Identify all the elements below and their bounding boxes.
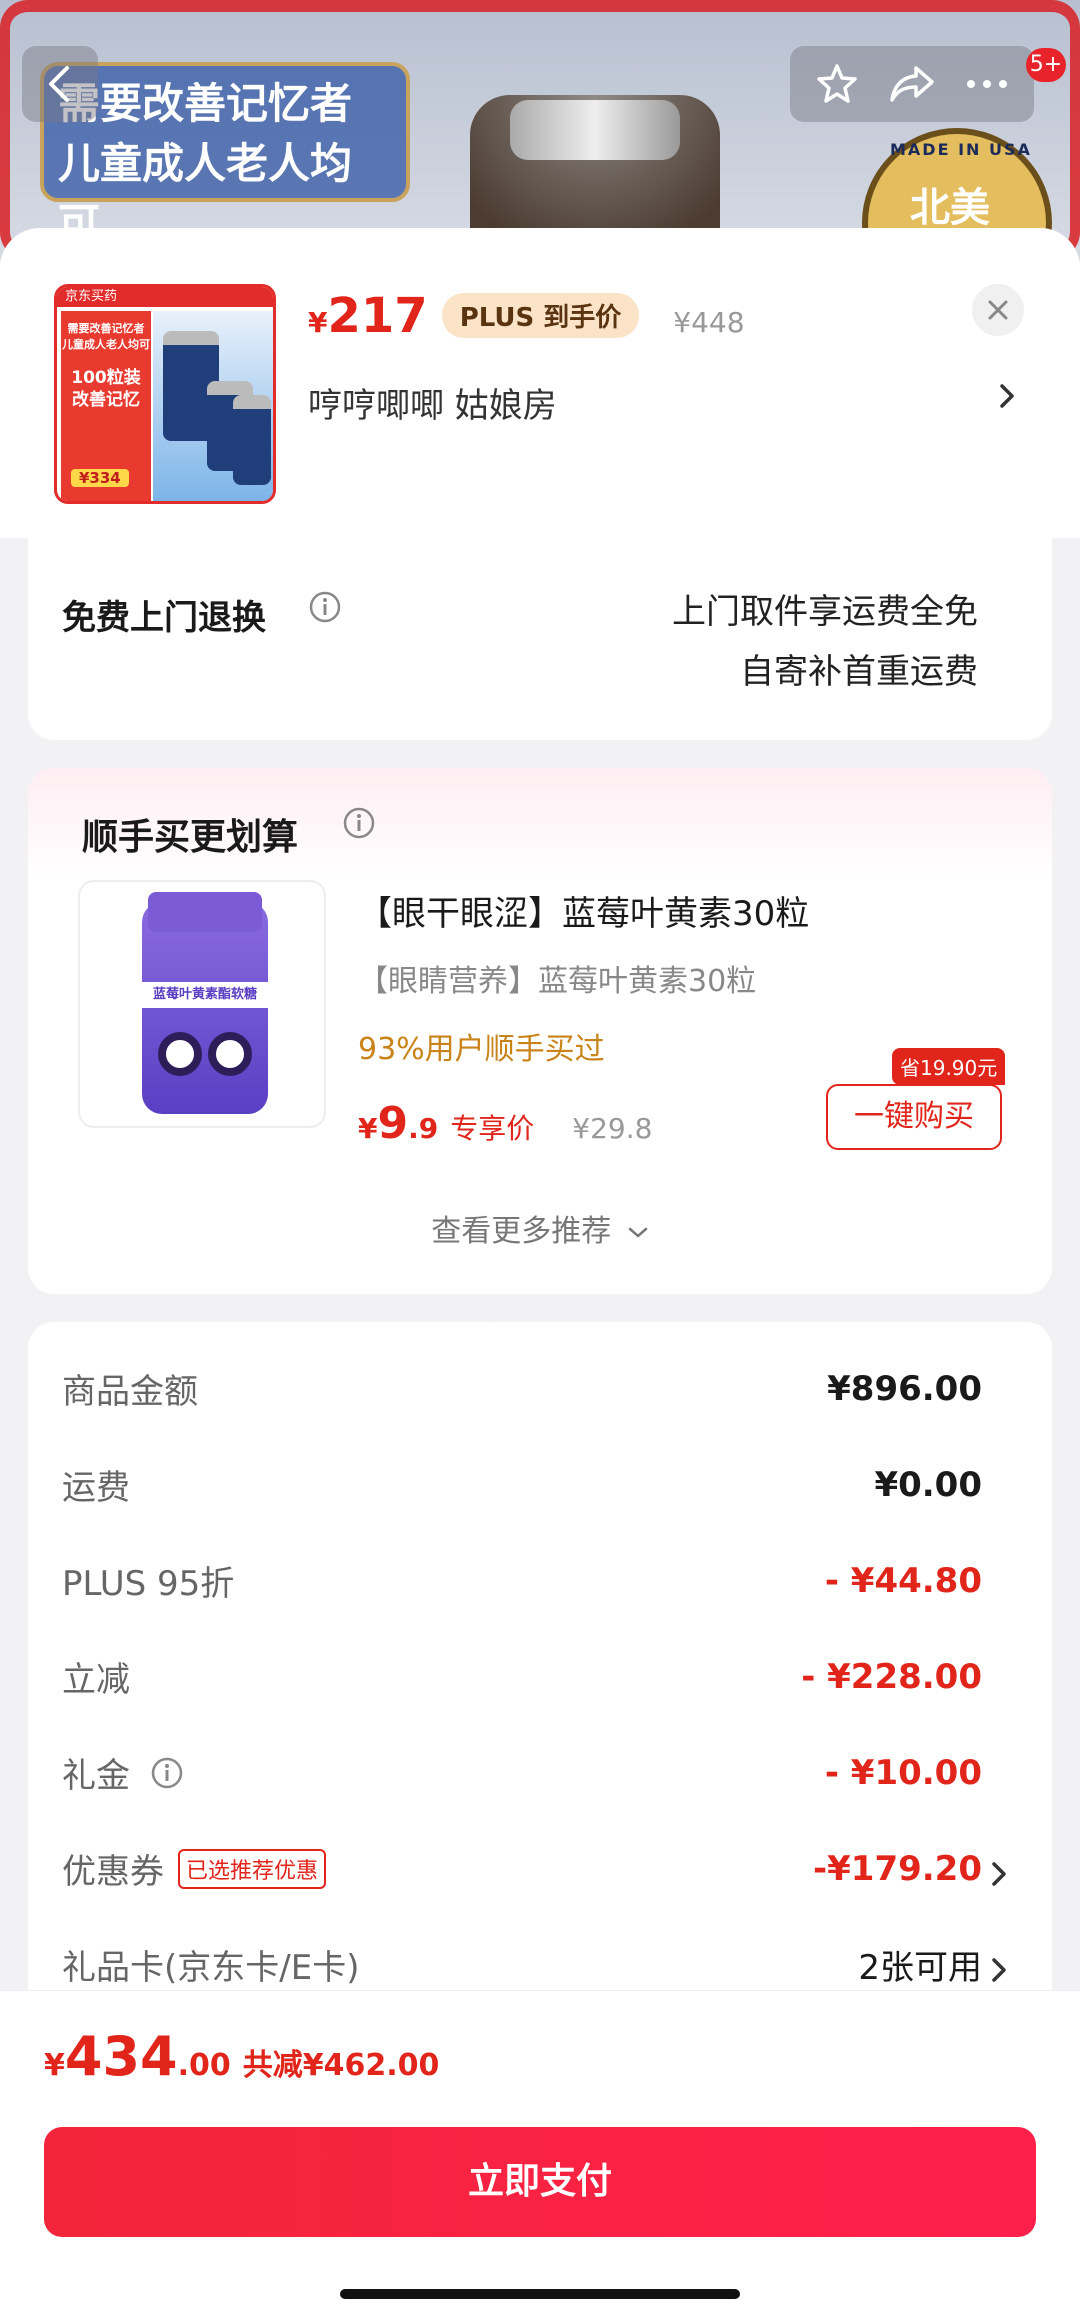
summary-row-goods: 商品金额 ¥896.00 — [62, 1364, 982, 1413]
save-amount-badge: 省19.90元 — [892, 1048, 1006, 1085]
return-title: 免费上门退换 — [62, 598, 266, 638]
thumb-price: ¥334 — [71, 469, 129, 487]
close-button[interactable] — [972, 284, 1024, 336]
product-thumbnail[interactable]: 京东买药 需要改善记忆者 儿童成人老人均可 100粒装 改善记忆 ¥334 — [54, 284, 276, 504]
more-recommendations-label: 查看更多推荐 — [431, 1214, 612, 1249]
back-icon — [49, 66, 69, 102]
price-line: ¥ 217 PLUS 到手价 ¥448 — [308, 288, 745, 344]
summary-value: - ¥228.00 — [801, 1656, 982, 1697]
thumb-line-4: 改善记忆 — [72, 390, 140, 410]
thumb-line-3: 100粒装 — [71, 368, 141, 388]
recommend-social-proof: 93%用户顺手买过 — [358, 1032, 605, 1067]
banner-frame — [0, 0, 1080, 260]
chevron-right-icon[interactable] — [988, 1950, 1012, 1990]
return-line-1: 上门取件享运费全免 — [672, 592, 978, 632]
recommend-card: 顺手买更划算 蓝莓叶黄素酯软糖 【眼干眼涩】蓝莓叶黄素30粒 【眼睛营养】蓝莓叶… — [28, 768, 1052, 1294]
one-click-buy-button[interactable]: 一键购买 — [826, 1084, 1002, 1150]
summary-row-plus-discount: PLUS 95折 - ¥44.80 — [62, 1556, 982, 1605]
thumb-line-1: 需要改善记忆者 — [67, 322, 145, 335]
plus-price-tag: PLUS 到手价 — [441, 293, 640, 338]
pay-bar: ¥ 434 .00 共减¥462.00 立即支付 — [0, 1990, 1080, 2312]
total-int: 434 — [64, 2025, 178, 2088]
back-button[interactable] — [22, 46, 98, 122]
summary-row-shipping: 运费 ¥0.00 — [62, 1460, 982, 1509]
recommend-item-name[interactable]: 【眼干眼涩】蓝莓叶黄素30粒 — [358, 886, 809, 935]
thumb-store-label: 京东买药 — [57, 287, 273, 307]
more-recommendations-link[interactable]: 查看更多推荐 — [28, 1206, 1052, 1250]
summary-row-instant-discount: 立减 - ¥228.00 — [62, 1652, 982, 1701]
summary-value: - ¥10.00 — [824, 1752, 982, 1793]
return-line-2: 自寄补首重运费 — [740, 652, 978, 692]
owl-eye-image — [158, 1032, 202, 1076]
summary-value: 2张可用 — [858, 1948, 982, 1988]
total-saved: 共减¥462.00 — [242, 2048, 440, 2083]
recommend-price-dec: .9 — [408, 1112, 439, 1145]
recommend-product-image[interactable]: 蓝莓叶黄素酯软糖 — [78, 880, 326, 1128]
recommend-price: ¥ 9 .9 专享价 ¥29.8 — [358, 1098, 652, 1149]
more-icon[interactable] — [965, 78, 1009, 90]
thumb-jar — [233, 395, 271, 485]
recommend-item-subtitle: 【眼睛营养】蓝莓叶黄素30粒 — [358, 964, 757, 999]
selected-spec[interactable]: 哼哼唧唧 姑娘房 — [308, 378, 557, 427]
recommend-old-price: ¥29.8 — [572, 1112, 653, 1145]
recommend-price-currency: ¥ — [358, 1112, 378, 1145]
summary-value: ¥0.00 — [874, 1464, 982, 1505]
summary-row-gift-card[interactable]: 礼品卡(京东卡/E卡) 2张可用 — [62, 1940, 982, 1989]
summary-label: 立减 — [62, 1660, 130, 1700]
summary-label: 礼金 — [62, 1748, 184, 1797]
total-currency: ¥ — [44, 2048, 65, 2083]
jar-label: 蓝莓叶黄素酯软糖 — [142, 982, 268, 1008]
recommend-price-tag: 专享价 — [450, 1112, 535, 1145]
recommend-info-button[interactable] — [342, 806, 376, 844]
summary-label: 商品金额 — [62, 1372, 198, 1412]
free-return-card: 免费上门退换 上门取件享运费全免 自寄补首重运费 — [28, 538, 1052, 740]
total-dec: .00 — [177, 2048, 231, 2083]
product-banner-background: 需要改善记忆者 儿童成人老人均可 MADE IN USA 北美 — [0, 0, 1080, 260]
product-header: 京东买药 需要改善记忆者 儿童成人老人均可 100粒装 改善记忆 ¥334 ¥ … — [0, 228, 1080, 538]
return-description: 上门取件享运费全免 自寄补首重运费 — [672, 582, 978, 702]
home-indicator[interactable] — [340, 2289, 740, 2299]
chevron-right-icon[interactable] — [996, 376, 1020, 416]
thumb-line-2: 儿童成人老人均可 — [62, 338, 150, 351]
summary-label: 礼品卡(京东卡/E卡) — [62, 1948, 360, 1988]
top-action-group — [790, 46, 1034, 122]
share-icon[interactable] — [888, 62, 936, 106]
jar-image — [142, 902, 268, 1114]
recommend-title: 顺手买更划算 — [82, 817, 299, 858]
chevron-down-icon — [628, 1227, 648, 1238]
pay-now-button[interactable]: 立即支付 — [44, 2127, 1036, 2237]
chevron-right-icon[interactable] — [988, 1854, 1012, 1894]
summary-label: PLUS 95折 — [62, 1564, 235, 1604]
summary-row-gift-money: 礼金 - ¥10.00 — [62, 1748, 982, 1797]
message-count-badge: 5+ — [1026, 48, 1066, 82]
gift-money-label: 礼金 — [62, 1756, 130, 1796]
info-icon — [343, 807, 375, 839]
summary-value: -¥179.20 — [813, 1848, 982, 1889]
original-price: ¥448 — [673, 306, 745, 339]
price-currency: ¥ — [308, 306, 328, 339]
jar-cap-image — [148, 892, 262, 932]
summary-row-coupon[interactable]: 优惠券 已选推荐优惠 -¥179.20 — [62, 1844, 982, 1893]
coupon-selected-tag: 已选推荐优惠 — [178, 1848, 327, 1889]
close-icon — [988, 300, 1008, 320]
summary-value: - ¥44.80 — [824, 1560, 982, 1601]
owl-eye-image — [208, 1032, 252, 1076]
info-icon[interactable] — [150, 1756, 184, 1790]
total-amount: ¥ 434 .00 共减¥462.00 — [44, 2025, 439, 2088]
info-icon — [309, 591, 341, 623]
summary-label: 优惠券 已选推荐优惠 — [62, 1844, 327, 1893]
summary-label: 运费 — [62, 1468, 130, 1508]
summary-value: ¥896.00 — [827, 1368, 982, 1409]
thumb-product-image — [153, 311, 273, 501]
star-icon[interactable] — [815, 62, 859, 106]
return-info-button[interactable] — [308, 590, 342, 628]
coupon-label: 优惠券 — [62, 1852, 164, 1892]
price-value: 217 — [327, 288, 428, 344]
recommend-price-int: 9 — [377, 1098, 409, 1149]
